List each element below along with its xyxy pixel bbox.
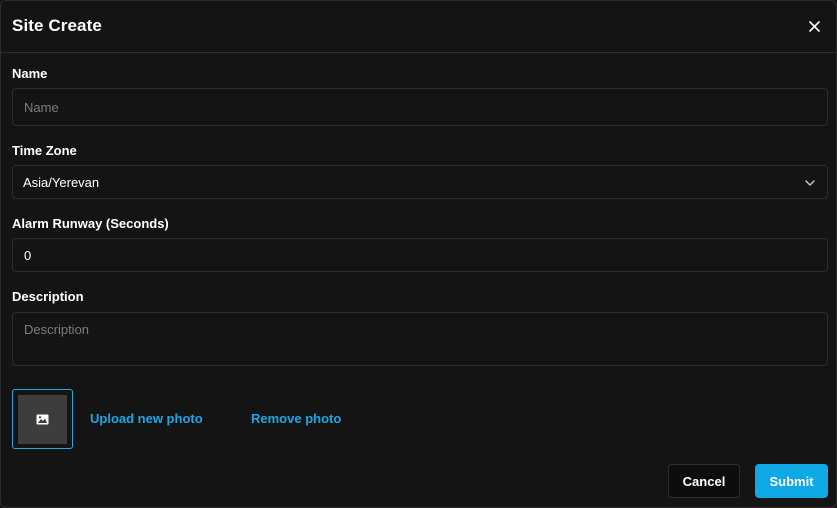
modal-title: Site Create: [12, 16, 102, 35]
cancel-button[interactable]: Cancel: [668, 464, 740, 498]
alarm-runway-input[interactable]: [12, 238, 828, 272]
time-zone-value: Asia/Yerevan: [23, 175, 100, 190]
close-icon: [808, 20, 820, 32]
photo-placeholder: [18, 394, 67, 444]
time-zone-label: Time Zone: [12, 143, 77, 158]
upload-photo-link[interactable]: Upload new photo: [90, 411, 203, 426]
submit-button[interactable]: Submit: [755, 464, 828, 498]
remove-photo-link[interactable]: Remove photo: [251, 411, 341, 426]
name-input[interactable]: [12, 88, 828, 126]
name-label: Name: [12, 66, 48, 81]
description-textarea[interactable]: [12, 312, 828, 366]
close-button[interactable]: [804, 16, 824, 36]
image-icon: [36, 414, 49, 424]
alarm-runway-label: Alarm Runway (Seconds): [12, 216, 169, 231]
description-label: Description: [12, 289, 84, 304]
chevron-down-icon: [805, 180, 815, 186]
modal-header: Site Create: [1, 1, 836, 53]
time-zone-select[interactable]: Asia/Yerevan: [12, 165, 828, 199]
photo-thumbnail[interactable]: [12, 389, 73, 449]
site-create-modal: Site Create Name Time Zone Asia/Yerevan …: [0, 0, 837, 508]
